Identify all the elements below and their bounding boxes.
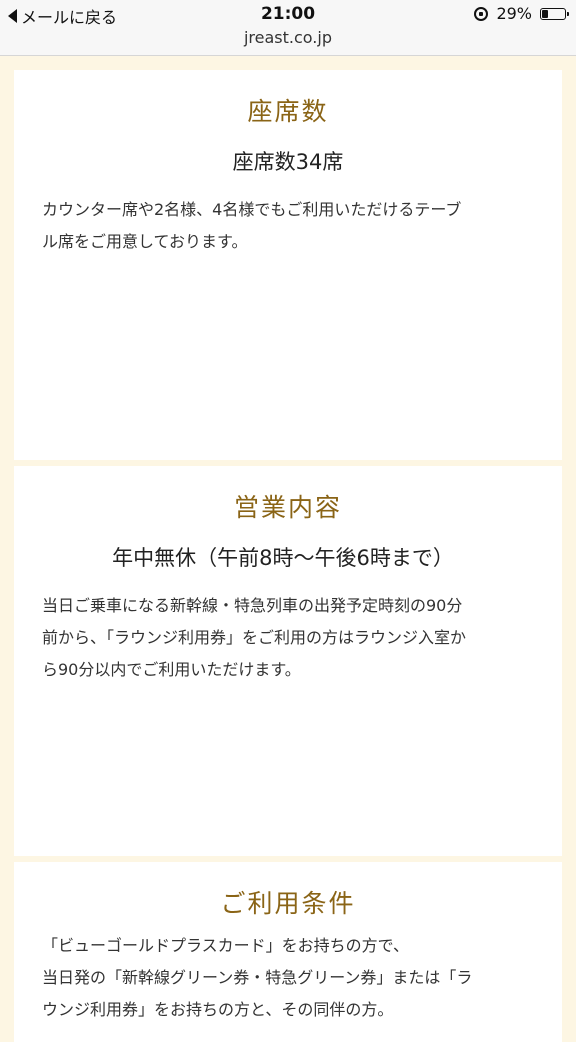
battery-icon	[540, 7, 569, 20]
address-bar[interactable]: jreast.co.jp	[0, 28, 576, 47]
battery-level	[542, 9, 549, 18]
status-indicators: 29%	[474, 4, 569, 23]
page-content[interactable]: 座席数 座席数34席 カウンター席や2名様、4名様でもご利用いただけるテーブ ル…	[0, 56, 576, 1042]
body-line: ウンジ利用券」をお持ちの方と、その同伴の方。	[42, 1000, 394, 1019]
section-hours: 営業内容 年中無休（午前8時〜午後6時まで） 当日ご乗車になる新幹線・特急列車の…	[14, 466, 562, 856]
rotation-lock-icon	[474, 6, 489, 21]
status-bar: メールに戻る 21:00 jreast.co.jp 29%	[0, 0, 576, 56]
battery-percent: 29%	[496, 4, 532, 23]
section-title: 座席数	[247, 97, 329, 126]
section-title: ご利用条件	[220, 889, 356, 918]
body-line: 当日ご乗車になる新幹線・特急列車の出発予定時刻の90分	[42, 596, 463, 615]
section-seats: 座席数 座席数34席 カウンター席や2名様、4名様でもご利用いただけるテーブ ル…	[14, 70, 562, 460]
body-line: 当日発の「新幹線グリーン券・特急グリーン券」または「ラ	[42, 968, 473, 987]
body-line: 「ビューゴールドプラスカード」をお持ちの方で、	[42, 936, 410, 955]
section-subtitle: 年中無休（午前8時〜午後6時まで）	[112, 546, 454, 570]
section-title: 営業内容	[233, 493, 342, 522]
section-body: 「ビューゴールドプラスカード」をお持ちの方で、 当日発の「新幹線グリーン券・特急…	[14, 930, 562, 1026]
section-conditions: ご利用条件 「ビューゴールドプラスカード」をお持ちの方で、 当日発の「新幹線グリ…	[14, 862, 562, 1042]
body-line: カウンター席や2名様、4名様でもご利用いただけるテーブ	[42, 200, 462, 219]
section-body: 当日ご乗車になる新幹線・特急列車の出発予定時刻の90分 前から、「ラウンジ利用券…	[14, 590, 562, 686]
body-line: ル席をご用意しております。	[42, 232, 248, 251]
section-subtitle: 座席数34席	[232, 150, 344, 174]
body-line: 前から、「ラウンジ利用券」をご利用の方はラウンジ入室か	[42, 628, 467, 647]
body-line: ら90分以内でご利用いただけます。	[42, 660, 301, 679]
section-body: カウンター席や2名様、4名様でもご利用いただけるテーブ ル席をご用意しております…	[14, 194, 562, 258]
